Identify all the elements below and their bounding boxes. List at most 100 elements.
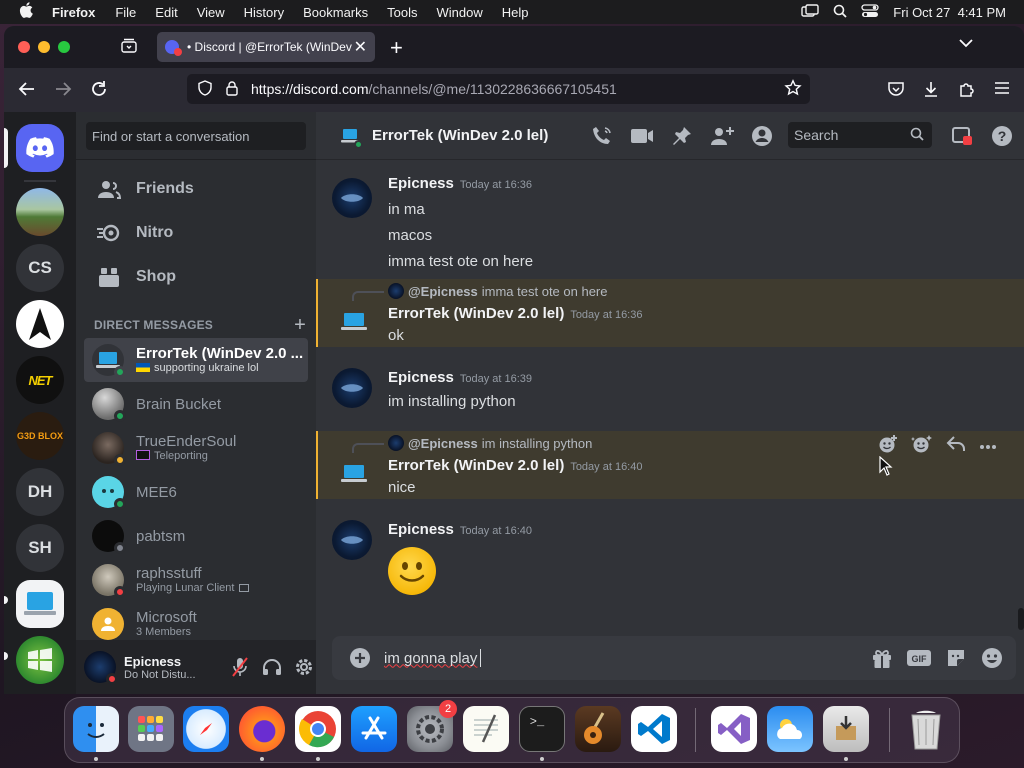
self-avatar[interactable]: [84, 651, 118, 685]
reply-icon[interactable]: [946, 435, 966, 457]
visual-studio-icon[interactable]: [711, 706, 757, 752]
firefox-icon[interactable]: [239, 706, 285, 752]
new-tab-icon[interactable]: +: [390, 35, 403, 61]
message-author[interactable]: Epicness: [388, 521, 454, 538]
laptop-server-icon[interactable]: [16, 580, 64, 628]
help-icon[interactable]: ?: [990, 124, 1014, 148]
message-author[interactable]: Epicness: [388, 369, 454, 386]
menu-bookmarks[interactable]: Bookmarks: [303, 5, 368, 20]
create-dm-plus-icon[interactable]: +: [294, 315, 306, 335]
url-text[interactable]: https://discord.com/channels/@me/1130228…: [251, 81, 617, 97]
author-avatar[interactable]: [340, 463, 368, 490]
user-profile-icon[interactable]: [750, 124, 774, 148]
extensions-icon[interactable]: [958, 80, 976, 98]
reply-reference[interactable]: @Epicness imma test ote on here: [352, 283, 608, 301]
add-friends-to-dm-icon[interactable]: [710, 124, 734, 148]
author-avatar[interactable]: [340, 311, 368, 338]
menu-history[interactable]: History: [244, 5, 284, 20]
message-input[interactable]: im gonna play: [384, 649, 482, 667]
author-avatar[interactable]: [332, 178, 372, 218]
terminal-icon[interactable]: >_: [519, 706, 565, 752]
gif-icon[interactable]: GIF: [904, 644, 934, 672]
reply-reference[interactable]: @Epicness im installing python: [352, 435, 592, 453]
dm-item-trueendersoul[interactable]: TrueEnderSoul Teleporting: [84, 426, 308, 470]
downloads-icon[interactable]: [922, 80, 940, 98]
bookmark-star-icon[interactable]: [784, 78, 802, 100]
url-bar[interactable]: https://discord.com/channels/@me/1130228…: [187, 74, 810, 104]
voice-call-icon[interactable]: [590, 124, 614, 148]
menu-file[interactable]: File: [115, 5, 136, 20]
nav-nitro[interactable]: Nitro: [84, 212, 308, 254]
reload-icon[interactable]: [90, 80, 108, 98]
chat-search-input[interactable]: Search: [788, 122, 932, 148]
windows-server-icon[interactable]: [16, 636, 64, 684]
dm-item-brain-bucket[interactable]: Brain Bucket: [84, 382, 308, 426]
textedit-icon[interactable]: [463, 706, 509, 752]
control-center-icon[interactable]: [861, 3, 879, 21]
app-store-icon[interactable]: [351, 706, 397, 752]
launchpad-icon[interactable]: [128, 706, 174, 752]
add-reaction-icon[interactable]: [878, 434, 898, 459]
tab-manager-icon[interactable]: [120, 37, 138, 55]
tab-close-icon[interactable]: ✕: [354, 37, 367, 57]
sticker-icon[interactable]: [942, 644, 970, 672]
message-composer[interactable]: im gonna play GIF: [332, 636, 1016, 680]
emoji-picker-icon[interactable]: [978, 644, 1006, 672]
message-author[interactable]: Epicness: [388, 175, 454, 192]
lock-icon[interactable]: [225, 80, 239, 99]
app-menu-icon[interactable]: [994, 81, 1010, 95]
user-settings-gear-icon[interactable]: [292, 655, 316, 679]
server-dh[interactable]: DH: [16, 468, 64, 516]
installer-icon[interactable]: [823, 706, 869, 752]
zoom-window-button[interactable]: [58, 41, 70, 53]
g3d-blox-server-icon[interactable]: G3D BLOX: [16, 412, 64, 460]
discord-home-icon[interactable]: [16, 124, 64, 172]
menu-edit[interactable]: Edit: [155, 5, 177, 20]
menu-window[interactable]: Window: [437, 5, 483, 20]
server-cs[interactable]: CS: [16, 244, 64, 292]
apple-icon[interactable]: [18, 2, 34, 22]
window-switch-icon[interactable]: [801, 3, 819, 21]
dm-item-errortek[interactable]: ErrorTek (WinDev 2.0 ... supporting ukra…: [84, 338, 308, 382]
system-settings-icon[interactable]: 2: [407, 700, 457, 752]
safari-icon[interactable]: [183, 706, 229, 752]
server-sh[interactable]: SH: [16, 524, 64, 572]
forward-icon[interactable]: [54, 80, 72, 98]
chrome-icon[interactable]: [295, 706, 341, 752]
headphones-icon[interactable]: [260, 655, 284, 679]
garageband-icon[interactable]: [575, 706, 621, 752]
add-super-reaction-icon[interactable]: [910, 434, 933, 459]
menubar-app-name[interactable]: Firefox: [52, 5, 95, 20]
author-avatar[interactable]: [332, 368, 372, 408]
minecraft-server-icon[interactable]: [16, 188, 64, 236]
finder-icon[interactable]: [73, 706, 119, 752]
list-all-tabs-icon[interactable]: [959, 38, 973, 48]
menu-tools[interactable]: Tools: [387, 5, 417, 20]
dm-item-raphsstuff[interactable]: raphsstuff Playing Lunar Client: [84, 558, 308, 602]
message-author[interactable]: ErrorTek (WinDev 2.0 lel): [388, 457, 564, 474]
tab-discord[interactable]: • Discord | @ErrorTek (WinDev 2 ✕: [157, 32, 375, 62]
video-call-icon[interactable]: [630, 124, 654, 148]
pocket-icon[interactable]: [887, 81, 905, 97]
gift-icon[interactable]: [868, 644, 896, 672]
menubar-clock[interactable]: Fri Oct 27 4:41 PM: [893, 5, 1006, 20]
author-avatar[interactable]: [332, 520, 372, 560]
dm-item-pabtsm[interactable]: pabtsm: [84, 514, 308, 558]
visual-studio-code-icon[interactable]: [631, 706, 677, 752]
close-window-button[interactable]: [18, 41, 30, 53]
tracking-protection-icon[interactable]: [197, 79, 213, 99]
spotlight-search-icon[interactable]: [833, 4, 847, 21]
back-icon[interactable]: [18, 80, 36, 98]
dm-item-mee6[interactable]: MEE6: [84, 470, 308, 514]
nav-friends[interactable]: Friends: [84, 168, 308, 210]
trash-icon[interactable]: [903, 706, 949, 752]
nav-shop[interactable]: Shop: [84, 256, 308, 298]
weather-icon[interactable]: [767, 706, 813, 752]
arrow-server-icon[interactable]: [16, 300, 64, 348]
menu-help[interactable]: Help: [502, 5, 529, 20]
message-author[interactable]: ErrorTek (WinDev 2.0 lel): [388, 305, 564, 322]
chat-scrollbar-thumb[interactable]: [1018, 608, 1024, 630]
more-options-icon[interactable]: [979, 437, 997, 455]
upload-plus-icon[interactable]: [348, 646, 372, 670]
menu-view[interactable]: View: [197, 5, 225, 20]
